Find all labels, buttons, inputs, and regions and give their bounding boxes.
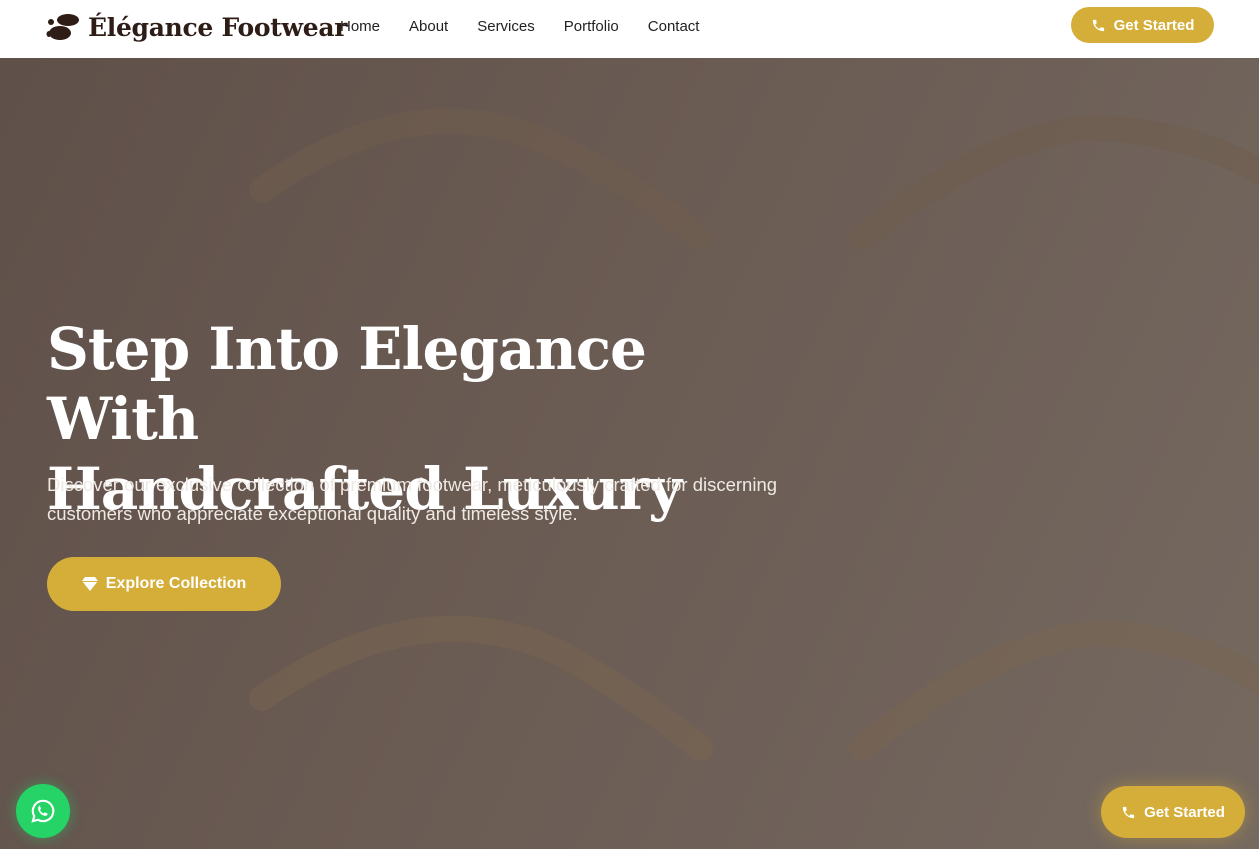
nav-links: Home About Services Portfolio Contact <box>340 0 699 52</box>
hero-description: Discover our exclusive collection of pre… <box>47 474 778 524</box>
gem-icon <box>81 577 98 591</box>
top-navbar: Élégance Footwear Home About Services Po… <box>0 0 1259 58</box>
nav-link-home[interactable]: Home <box>340 18 380 35</box>
floating-get-started-label: Get Started <box>1144 803 1225 821</box>
phone-icon <box>1092 19 1104 31</box>
hero-title-line-1: Step Into Elegance With <box>47 315 647 453</box>
nav-link-services[interactable]: Services <box>477 18 535 35</box>
nav-link-portfolio[interactable]: Portfolio <box>564 18 619 35</box>
brand-name: Élégance Footwear <box>88 12 348 42</box>
brand-logo[interactable]: Élégance Footwear <box>46 8 347 46</box>
floating-get-started-button[interactable]: Get Started <box>1101 786 1245 838</box>
nav-link-about[interactable]: About <box>409 18 448 35</box>
nav-get-started-label: Get Started <box>1113 16 1195 34</box>
hero-section: Step Into Elegance With Handcrafted Luxu… <box>0 58 1259 849</box>
nav-link-contact[interactable]: Contact <box>648 18 700 35</box>
whatsapp-button[interactable] <box>16 784 70 838</box>
footprints-icon <box>46 14 79 40</box>
phone-icon <box>1122 806 1135 818</box>
whatsapp-icon <box>31 799 55 823</box>
explore-collection-button[interactable]: Explore Collection <box>47 557 281 611</box>
explore-collection-label: Explore Collection <box>105 575 247 592</box>
nav-get-started-button[interactable]: Get Started <box>1071 7 1214 43</box>
